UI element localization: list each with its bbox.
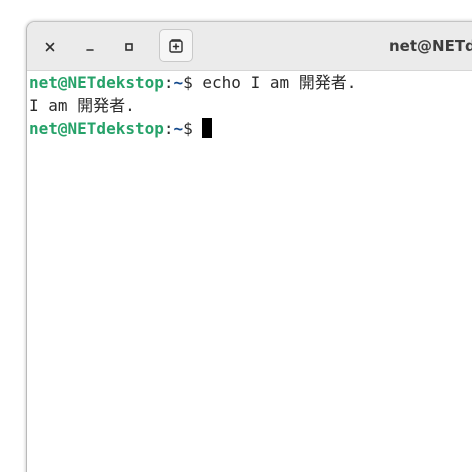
close-button[interactable] [38,35,62,59]
command-text: echo I am 開発者. [202,73,357,92]
window-title: net@NETdekstop: ~ [389,37,472,55]
terminal-area[interactable]: net@NETdekstop:~$ echo I am 開発者. I am 開発… [27,71,472,472]
titlebar[interactable]: net@NETdekstop: ~ [27,22,472,71]
new-tab-button[interactable] [159,29,193,62]
prompt-path: ~ [173,73,184,92]
prompt-user: net@NETdekstop [29,73,164,92]
maximize-icon [125,43,133,51]
minimize-icon [86,49,94,51]
terminal-line: net@NETdekstop:~$ echo I am 開発者. [29,71,472,94]
terminal-line: net@NETdekstop:~$ [29,117,472,140]
desktop: net@NETdekstop: ~ net@NETdekstop:~$ echo… [0,0,472,472]
prompt-separator: : [163,119,174,138]
prompt-symbol: $ [183,73,203,92]
terminal-line: I am 開発者. [29,94,472,117]
maximize-button[interactable] [117,35,141,59]
close-icon [45,42,55,52]
minimize-button[interactable] [78,35,102,59]
prompt-symbol: $ [183,119,203,138]
new-tab-icon [169,38,183,53]
terminal-window: net@NETdekstop: ~ net@NETdekstop:~$ echo… [26,21,472,472]
prompt-user: net@NETdekstop [29,119,164,138]
output-text: I am 開発者. [29,96,135,115]
prompt-separator: : [163,73,174,92]
text-cursor [202,118,213,138]
prompt-path: ~ [173,119,184,138]
